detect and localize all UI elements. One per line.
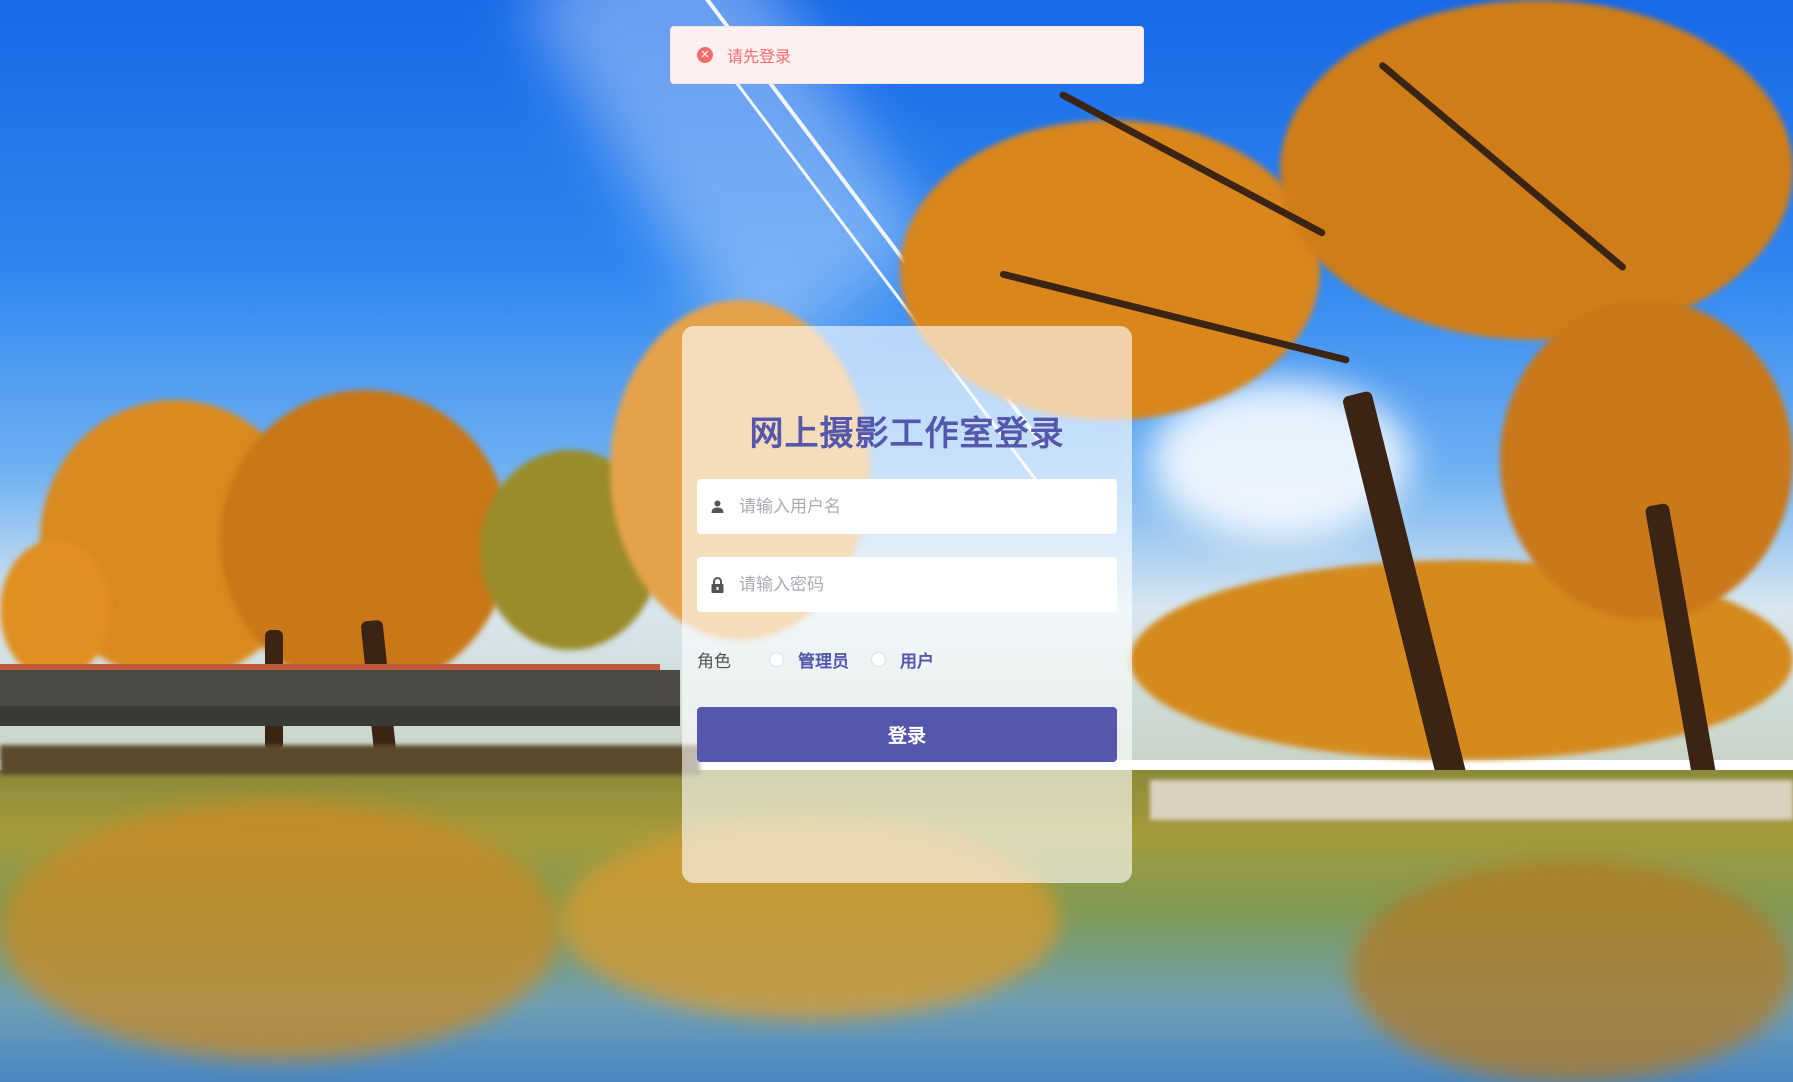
tree-reflection — [1350, 860, 1793, 1082]
lock-icon — [697, 576, 737, 593]
role-selector: 角色 管理员 用户 — [697, 646, 956, 672]
role-label: 角色 — [697, 651, 731, 672]
role-option-label: 管理员 — [798, 651, 849, 672]
login-card: 网上摄影工作室登录 角色 管理员 用户 登录 — [682, 326, 1132, 883]
error-message-toast: ✕ 请先登录 — [670, 26, 1144, 84]
login-title: 网上摄影工作室登录 — [749, 414, 1065, 454]
login-button[interactable]: 登录 — [697, 707, 1117, 762]
bridge — [0, 670, 680, 706]
tree-reflection — [0, 800, 560, 1060]
close-circle-icon: ✕ — [697, 47, 713, 63]
username-field — [697, 479, 1117, 534]
role-radio-user[interactable]: 用户 — [871, 647, 934, 672]
password-input[interactable] — [737, 573, 1101, 596]
radio-circle[interactable] — [871, 651, 886, 667]
role-radio-admin[interactable]: 管理员 — [769, 647, 849, 672]
river-bank — [1150, 780, 1793, 820]
bridge-base — [0, 706, 680, 726]
error-message-text: 请先登录 — [727, 47, 792, 66]
river-bank — [0, 745, 700, 775]
username-input[interactable] — [737, 495, 1101, 518]
role-option-label: 用户 — [900, 651, 934, 672]
tree-foliage — [1500, 300, 1793, 620]
user-icon — [697, 500, 737, 513]
tree-foliage — [1280, 0, 1793, 340]
tree-foliage — [0, 540, 110, 680]
password-field — [697, 557, 1117, 612]
radio-circle[interactable] — [769, 651, 784, 667]
